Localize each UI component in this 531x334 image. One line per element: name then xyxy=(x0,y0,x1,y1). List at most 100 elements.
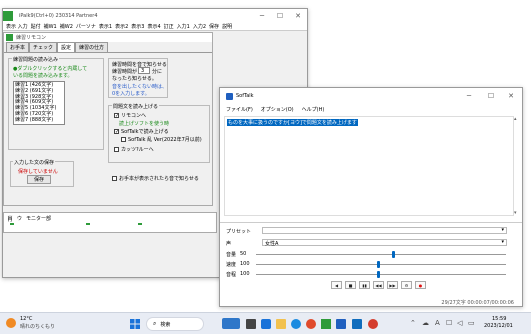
checkbox-checked-icon: ✓ xyxy=(114,129,120,135)
softalk-menu-item[interactable]: ファイル(F) xyxy=(226,106,253,113)
list-item[interactable]: 練習7 (888文字) xyxy=(15,117,63,124)
softalk-window: SofTalk ─ ☐ ✕ ファイル(F) オプション(O) ヘルプ(H) ものを大… xyxy=(219,87,523,307)
remote-title-bar: 練習リモコン xyxy=(4,33,212,42)
search-box[interactable]: ⌕ 検索 xyxy=(146,317,204,331)
softalk-title-bar: SofTalk ─ ☐ ✕ xyxy=(220,88,522,104)
clock-time[interactable]: 15:59 xyxy=(492,316,506,322)
taskbar-app-media-icon[interactable] xyxy=(368,319,378,329)
timer-minutes-input[interactable]: 3 xyxy=(138,67,150,74)
taskbar-app-folder-icon[interactable] xyxy=(276,319,286,329)
main-menu-item[interactable]: 補W2 xyxy=(60,23,73,30)
softalk-minimize-icon[interactable]: ─ xyxy=(460,88,478,104)
taskbar-app-edge-icon[interactable] xyxy=(291,319,301,329)
timer-line-3: 分に xyxy=(152,69,163,75)
save-group-title: 入力した文の保存 xyxy=(13,159,56,166)
taskbar-app-softalk-icon[interactable] xyxy=(336,319,346,329)
close-icon[interactable]: ✕ xyxy=(289,9,307,22)
taskbar-app-mail-icon[interactable] xyxy=(352,319,362,329)
read-option-remote[interactable]: ✓ リモコンへ xyxy=(114,112,146,119)
playback-button-4[interactable]: ▶▶ xyxy=(387,281,398,289)
softalk-scrollbar[interactable]: ▴ ▾ xyxy=(514,116,520,216)
notify-option[interactable]: お手本が表示されたら音で知らせる xyxy=(112,175,199,182)
main-menu-item[interactable]: 貼付 xyxy=(31,23,41,30)
softalk-menu-item[interactable]: ヘルプ(H) xyxy=(302,106,325,113)
tray-volume-icon[interactable]: ◁ xyxy=(457,319,462,327)
softalk-menu-item[interactable]: オプション(O) xyxy=(261,106,294,113)
playback-button-1[interactable]: ■ xyxy=(345,281,356,289)
voice-label: 声 xyxy=(226,241,232,247)
softalk-app-icon xyxy=(226,92,233,100)
tab-2[interactable]: 設定 xyxy=(57,42,76,52)
playback-button-3[interactable]: ◀◀ xyxy=(373,281,384,289)
preset-label: プリセット xyxy=(226,229,252,235)
slider-thumb[interactable] xyxy=(392,251,395,258)
read-option-softalk[interactable]: ✓ SofTalkで読み上げる xyxy=(114,128,169,135)
softalk-close-icon[interactable]: ✕ xyxy=(502,88,520,104)
playback-button-0[interactable]: ◀ xyxy=(331,281,342,289)
playback-button-2[interactable]: ▮▮ xyxy=(359,281,370,289)
taskbar-app-chrome-icon[interactable] xyxy=(306,319,316,329)
slider-track[interactable] xyxy=(256,274,506,275)
save-group: 入力した文の保存 保存していません 保存 xyxy=(10,159,74,187)
checkbox-icon xyxy=(121,137,126,142)
remote-panel: 練習リモコン お手本 チェック 設定 練習の仕方 練習問題の読み込み ●ダブルクリック… xyxy=(3,32,213,206)
tab-3[interactable]: 練習の仕方 xyxy=(75,42,109,52)
main-menu-item[interactable]: 補W1 xyxy=(44,23,57,30)
problem-list[interactable]: 練習1 (426文字) 練習2 (691文字) 練習3 (928文字) 練習4 (60… xyxy=(13,81,65,125)
main-menu-item[interactable]: 表示4 xyxy=(147,23,160,30)
load-hint-2: いる問題を読み込みます。 xyxy=(13,73,73,79)
main-menu-item[interactable]: 訂正 xyxy=(164,23,174,30)
slider-label: 速度 xyxy=(226,262,237,268)
read-option-remote-note: 読上げソフトを使う時 xyxy=(119,121,170,127)
main-menu-item[interactable]: 説明 xyxy=(222,23,232,30)
clock-date[interactable]: 2023/12/01 xyxy=(484,323,513,329)
weather-desc: 晴れのちくもり xyxy=(20,324,56,330)
tray-cloud-icon[interactable]: ☁ xyxy=(422,319,429,327)
voice-select[interactable]: 女性A ▾ xyxy=(262,239,507,247)
main-menu-item[interactable]: 表示3 xyxy=(131,23,144,30)
main-menu-item[interactable]: 入力1 xyxy=(177,23,190,30)
taskbar-app-ipalk-icon[interactable] xyxy=(321,319,331,329)
softalk-menu-bar: ファイル(F) オプション(O) ヘルプ(H) xyxy=(220,105,522,114)
playback-button-5[interactable]: ⚙ xyxy=(401,281,412,289)
slider-thumb[interactable] xyxy=(377,271,380,278)
softalk-maximize-icon[interactable]: ☐ xyxy=(482,88,500,104)
save-button[interactable]: 保存 xyxy=(27,175,51,184)
main-menu-item[interactable]: パーソナ xyxy=(76,23,96,30)
taskbar-app-widget-icon[interactable] xyxy=(222,318,240,329)
monitor-scroll[interactable] xyxy=(3,223,217,233)
read-option-katsu[interactable]: カッツ?ルーへ xyxy=(114,146,154,153)
search-icon: ⌕ xyxy=(153,320,157,327)
tab-0[interactable]: お手本 xyxy=(6,42,30,52)
slider-thumb[interactable] xyxy=(377,261,380,268)
softalk-text-area[interactable]: ものを大事に扱うのですか[ヨウ]で問題文を読み上げます xyxy=(224,116,514,216)
save-status: 保存していません xyxy=(18,169,58,175)
main-menu-item[interactable]: 入力2 xyxy=(193,23,206,30)
main-menu-item[interactable]: 表示1 xyxy=(99,23,112,30)
slider-track[interactable] xyxy=(256,264,506,265)
monitor-tab[interactable]: ウ xyxy=(17,215,22,222)
weather-icon[interactable] xyxy=(6,318,16,328)
preset-select[interactable]: ▾ xyxy=(262,227,507,234)
taskbar-app-taskview-icon[interactable] xyxy=(246,319,256,329)
tray-network-icon[interactable]: ☐ xyxy=(446,319,452,327)
main-menu-item[interactable]: 保存 xyxy=(209,23,219,30)
tray-battery-icon[interactable]: ▭ xyxy=(468,319,475,327)
start-icon[interactable] xyxy=(130,319,140,329)
main-menu-item[interactable]: 表示 入力 xyxy=(6,23,28,30)
minimize-icon[interactable]: ─ xyxy=(253,9,271,22)
tray-chevron-icon[interactable]: ⌃ xyxy=(410,319,416,327)
playback-button-6[interactable]: ● xyxy=(415,281,426,289)
slider-label: 音程 xyxy=(226,272,237,278)
maximize-icon[interactable]: ☐ xyxy=(271,9,289,22)
main-menu-item[interactable]: 表示2 xyxy=(115,23,128,30)
softalk-status: 29/27文字 00:00:07/00:00:06 xyxy=(441,300,514,306)
read-option-softalk-old[interactable]: SofTalk 乱 Ver(2022年7月以前) xyxy=(121,136,202,143)
tab-1[interactable]: チェック xyxy=(29,42,58,52)
tray-ime-icon[interactable]: A xyxy=(435,319,440,327)
slider-track[interactable] xyxy=(256,254,506,255)
checkbox-checked-icon: ✓ xyxy=(114,113,120,119)
monitor-icon: 肖 xyxy=(7,215,14,223)
taskbar-app-zoom-icon[interactable] xyxy=(261,319,271,329)
slider-value: 100 xyxy=(240,261,250,267)
